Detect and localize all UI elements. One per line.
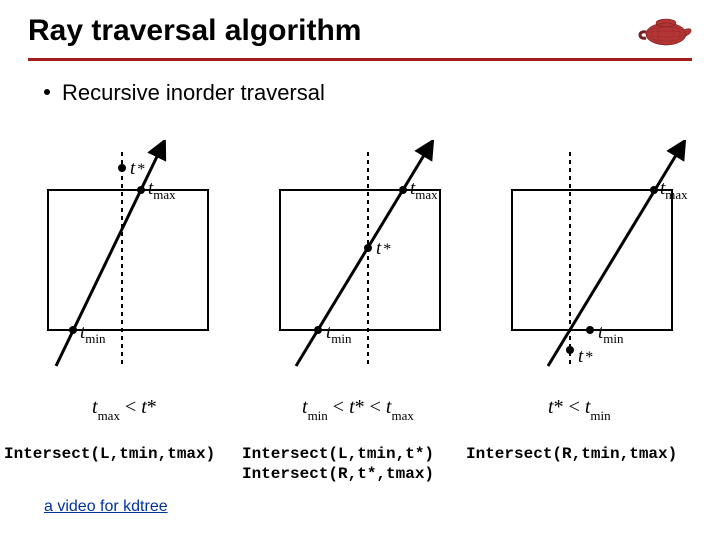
lbl-tmin-2: tmin: [326, 322, 352, 346]
diagram-2: tmin tmax t*: [280, 142, 440, 368]
slide-root: Ray traversal algorithm Recursive inorde…: [0, 0, 720, 540]
lbl-tmin-3: tmin: [598, 322, 624, 346]
bullet-line: Recursive inorder traversal: [44, 80, 325, 106]
bullet-text: Recursive inorder traversal: [62, 80, 325, 105]
teapot-logo: [634, 8, 698, 50]
cond-1: tmax < t*: [92, 396, 157, 422]
call-1: Intersect(L,tmin,tmax): [4, 444, 215, 464]
lbl-tstar-2: t*: [376, 238, 391, 259]
kdtree-video-link[interactable]: a video for kdtree: [44, 498, 168, 516]
slide-title: Ray traversal algorithm: [28, 14, 361, 48]
lbl-tstar-3: t*: [578, 346, 593, 367]
bullet-dot: [44, 89, 50, 95]
cond-3: t* < tmin: [548, 396, 611, 422]
lbl-tmax-1: tmax: [148, 178, 176, 202]
lbl-tstar-1: t*: [130, 158, 145, 179]
diagram-1: tmin tmax t*: [48, 142, 208, 368]
lbl-tmin-1: tmin: [80, 322, 106, 346]
lbl-tmax-2: tmax: [410, 178, 438, 202]
diagram-3: tmin tmax t*: [512, 142, 688, 368]
call-3: Intersect(R,tmin,tmax): [466, 444, 677, 464]
condition-row: tmax < t* tmin < t* < tmax t* < tmin: [0, 396, 720, 424]
diagram-row: tmin tmax t* tmin tmax t*: [0, 140, 720, 400]
lbl-tmax-3: tmax: [660, 178, 688, 202]
call-2: Intersect(L,tmin,t*) Intersect(R,t*,tmax…: [242, 444, 434, 484]
title-rule: [28, 58, 692, 61]
cond-2: tmin < t* < tmax: [302, 396, 414, 422]
